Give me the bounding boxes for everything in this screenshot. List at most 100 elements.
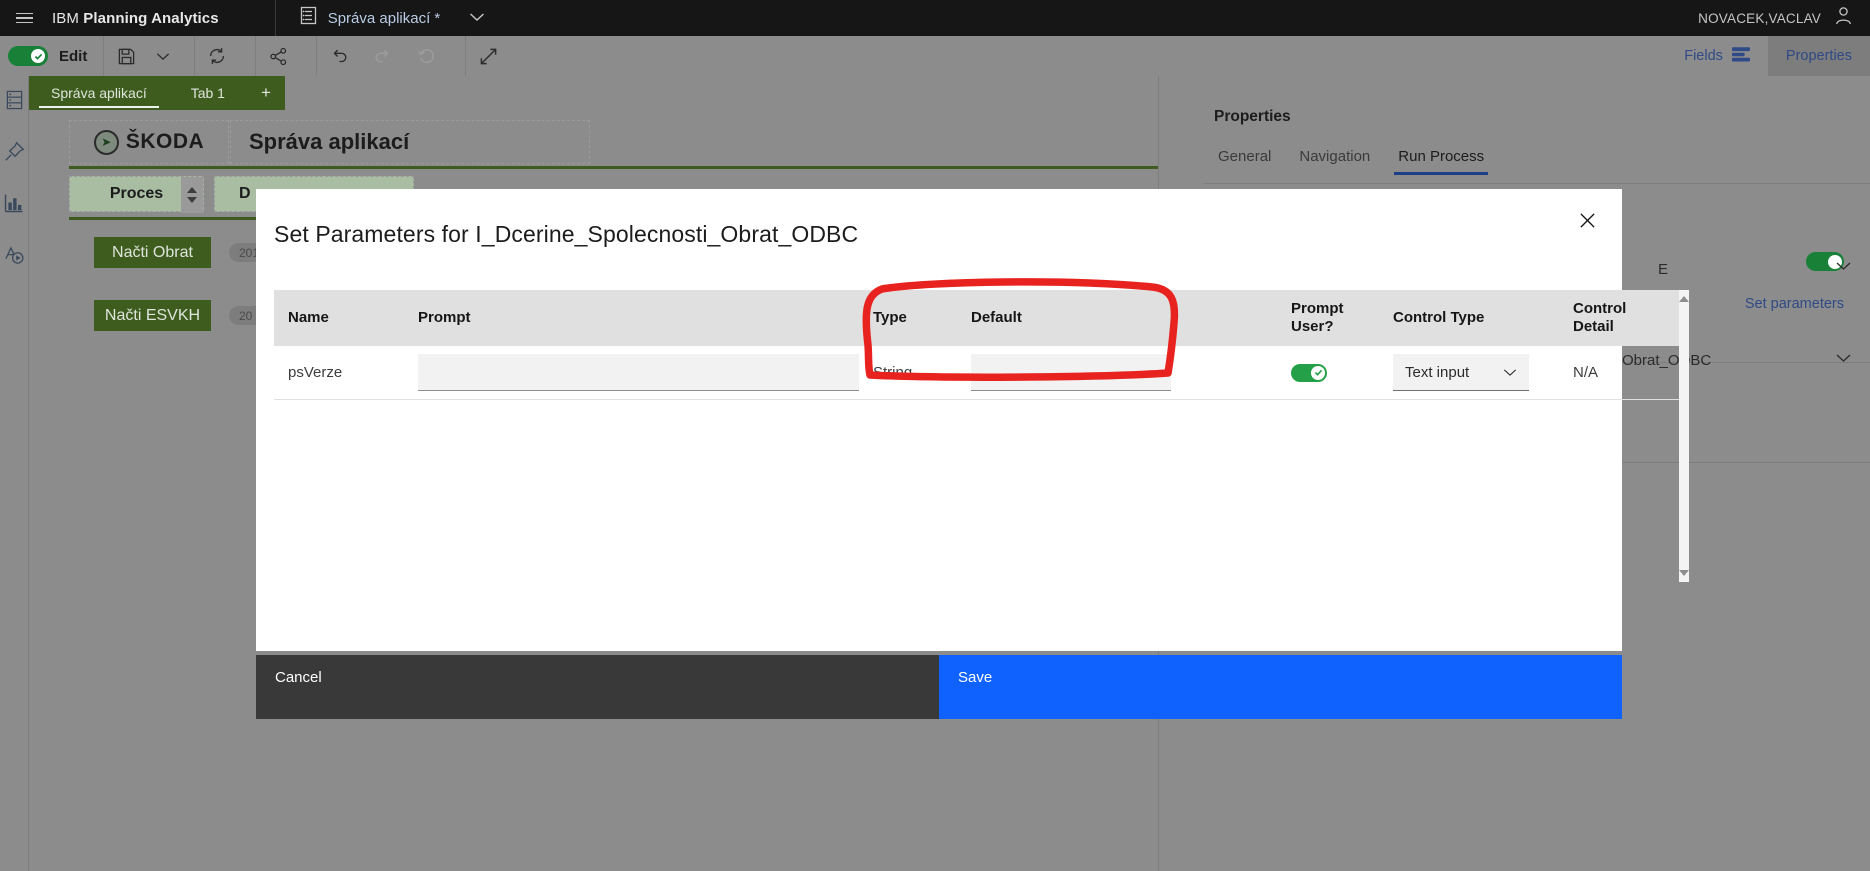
scroll-down-arrow-icon[interactable] — [1679, 570, 1689, 576]
cell-control-type: Text input — [1379, 354, 1559, 391]
fields-tab-label: Fields — [1684, 48, 1723, 64]
refresh-icon[interactable] — [195, 36, 239, 76]
undo-icon[interactable] — [317, 36, 361, 76]
spinner-up-arrow-icon[interactable] — [187, 187, 197, 193]
reset-icon[interactable] — [405, 36, 449, 76]
properties-panel-tab[interactable]: Properties — [1767, 36, 1870, 76]
brand-bold-text: Planning Analytics — [83, 9, 219, 27]
data-source-icon[interactable] — [5, 90, 24, 110]
tab-navigation[interactable]: Navigation — [1285, 148, 1384, 175]
toolbar-right-tabs: Fields Properties — [1666, 36, 1870, 76]
cell-prompt-user — [1277, 363, 1379, 382]
sheet-tab-label: Správa aplikací — [51, 85, 147, 101]
chart-icon[interactable] — [4, 193, 24, 213]
edit-toolbar: Edit Fields Properties — [0, 36, 1870, 76]
tab-general-label: General — [1218, 148, 1272, 165]
toggle-knob — [1311, 365, 1325, 380]
sheet-tab-strip: Správa aplikací Tab 1 + — [29, 76, 1157, 110]
cell-type: String — [873, 364, 913, 381]
chevron-down-icon[interactable] — [1835, 258, 1852, 276]
column-header-control-type: Control Type — [1393, 309, 1485, 327]
prompt-user-toggle[interactable] — [1291, 363, 1327, 382]
active-tab-underline — [1394, 172, 1489, 175]
left-rail — [0, 76, 28, 871]
tab-run-process[interactable]: Run Process — [1384, 148, 1498, 175]
toggle-knob — [31, 49, 45, 63]
nacti-esvkh-button[interactable]: Načti ESVKH — [94, 300, 211, 331]
skoda-logo-text: ŠKODA — [125, 130, 205, 153]
set-parameters-link[interactable]: Set parameters — [1745, 296, 1844, 312]
default-value-input[interactable] — [971, 354, 1171, 391]
table-row: psVerze String Text input N/A — [274, 346, 1679, 400]
d-selector-label: D — [239, 185, 251, 202]
fields-panel-tab[interactable]: Fields — [1666, 36, 1768, 76]
cell-control-detail: N/A — [1573, 364, 1599, 381]
brand-title: IBM Planning Analytics — [48, 10, 219, 27]
page-title: Správa aplikací — [249, 129, 410, 154]
skoda-emblem-icon: ➤ — [93, 129, 119, 155]
scroll-up-arrow-icon[interactable] — [1679, 296, 1689, 302]
chevron-down-icon[interactable] — [1835, 350, 1852, 368]
proces-selector[interactable]: Proces — [69, 176, 204, 213]
set-parameters-dialog: Set Parameters for I_Dcerine_Spolecnosti… — [256, 189, 1689, 651]
expand-icon[interactable] — [466, 36, 510, 76]
column-header-name: Name — [288, 309, 329, 327]
properties-tab-label: Properties — [1785, 48, 1852, 64]
properties-tabs-rule — [1204, 183, 1870, 184]
user-avatar-icon[interactable] — [1835, 6, 1852, 30]
chevron-down-icon — [1503, 364, 1517, 381]
brand-light-text: IBM — [52, 9, 84, 27]
column-header-type: Type — [873, 309, 907, 327]
share-icon[interactable] — [256, 36, 300, 76]
document-title: Správa aplikací * — [327, 9, 441, 27]
sheet-tab-tab-1[interactable]: Tab 1 — [168, 76, 247, 110]
column-header-prompt-user: Prompt User? — [1291, 300, 1344, 335]
save-icon[interactable] — [104, 36, 148, 76]
column-header-control-detail: Control Detail — [1573, 300, 1627, 335]
title-rule — [69, 166, 1179, 169]
tab-general[interactable]: General — [1204, 148, 1285, 175]
grid-scrollbar[interactable] — [1679, 290, 1689, 582]
edit-toggle-group[interactable]: Edit — [0, 46, 87, 66]
spinner-down-arrow-icon[interactable] — [187, 197, 197, 203]
active-tab-underline — [39, 105, 159, 108]
close-icon[interactable] — [1572, 205, 1602, 235]
redo-icon[interactable] — [361, 36, 405, 76]
sheet-tab-sprava-aplikaci[interactable]: Správa aplikací — [29, 76, 169, 110]
property-value-1: E — [1658, 261, 1669, 278]
proces-spinner[interactable] — [181, 177, 203, 213]
add-tab-button[interactable]: + — [246, 76, 285, 110]
edit-label: Edit — [59, 47, 88, 65]
hamburger-icon[interactable] — [0, 0, 48, 36]
chevron-down-icon[interactable] — [148, 36, 178, 76]
prompt-input[interactable] — [418, 354, 859, 391]
user-name: NOVACEK,VACLAV — [1698, 10, 1821, 26]
edit-mode-toggle[interactable] — [8, 46, 48, 66]
tab-run-process-label: Run Process — [1398, 148, 1485, 165]
nacti-obrat-button[interactable]: Načti Obrat — [94, 237, 211, 268]
parameters-grid: Name Prompt Type Default Prompt User? Co… — [274, 290, 1689, 582]
proces-selector-label: Proces — [109, 185, 164, 202]
properties-tabs: General Navigation Run Process — [1204, 148, 1498, 175]
fields-icon — [1731, 46, 1750, 66]
pin-icon[interactable] — [4, 141, 25, 162]
topbar-right: NOVACEK,VACLAV — [1698, 6, 1870, 30]
dialog-actions: Cancel Save — [256, 655, 1622, 719]
run-process-icon[interactable] — [4, 244, 25, 265]
top-bar: IBM Planning Analytics Správa aplikací *… — [0, 0, 1870, 36]
cell-prompt — [404, 354, 859, 391]
column-header-default: Default — [971, 309, 1022, 327]
sheet-tab-label: Tab 1 — [190, 85, 225, 101]
control-type-select[interactable]: Text input — [1393, 354, 1529, 391]
control-type-value: Text input — [1405, 363, 1470, 381]
parameters-grid-header: Name Prompt Type Default Prompt User? Co… — [274, 290, 1679, 346]
tab-strip-filler — [284, 76, 1157, 110]
dialog-title: Set Parameters for I_Dcerine_Spolecnosti… — [274, 221, 859, 247]
cancel-button[interactable]: Cancel — [256, 655, 939, 719]
report-title-cell: Správa aplikací — [230, 120, 590, 164]
document-chip[interactable]: Správa aplikací * — [276, 6, 486, 30]
skoda-logo-cell: ➤ ŠKODA — [69, 120, 229, 164]
chevron-down-icon[interactable] — [469, 9, 485, 27]
cell-default — [957, 354, 1277, 391]
save-button[interactable]: Save — [939, 655, 1622, 719]
